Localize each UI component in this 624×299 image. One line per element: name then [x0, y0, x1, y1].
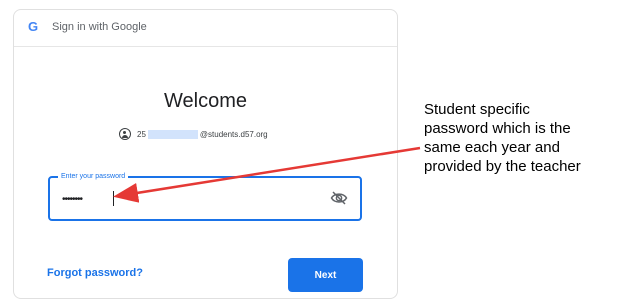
redacted-block — [147, 129, 198, 139]
forgot-password-link[interactable]: Forgot password? — [47, 267, 143, 279]
annotation-line: password which is the — [424, 120, 571, 137]
account-email-prefix: 25 — [137, 129, 146, 139]
account-chip[interactable]: 25 @students.d57.org — [119, 125, 268, 143]
google-logo-icon: G — [28, 19, 39, 34]
next-button[interactable]: Next — [288, 258, 363, 292]
panel-header: G Sign in with Google — [14, 10, 397, 47]
annotation-line: provided by the teacher — [424, 158, 581, 175]
annotation-line: Student specific — [424, 101, 530, 118]
annotation-note: Student specific password which is the s… — [424, 100, 624, 176]
header-title: Sign in with Google — [52, 21, 147, 33]
password-input-value[interactable]: •••••••• — [62, 195, 83, 205]
welcome-heading: Welcome — [164, 90, 247, 112]
account-email-suffix: @students.d57.org — [199, 129, 268, 139]
annotation-line: same each year and — [424, 139, 560, 156]
eye-off-icon[interactable] — [330, 190, 348, 206]
password-field[interactable]: Enter your password •••••••• — [48, 172, 362, 221]
text-caret — [113, 191, 114, 206]
account-avatar-icon — [119, 128, 131, 140]
password-field-label: Enter your password — [58, 172, 129, 181]
signin-panel: G Sign in with Google Welcome 25 @studen… — [13, 9, 398, 299]
